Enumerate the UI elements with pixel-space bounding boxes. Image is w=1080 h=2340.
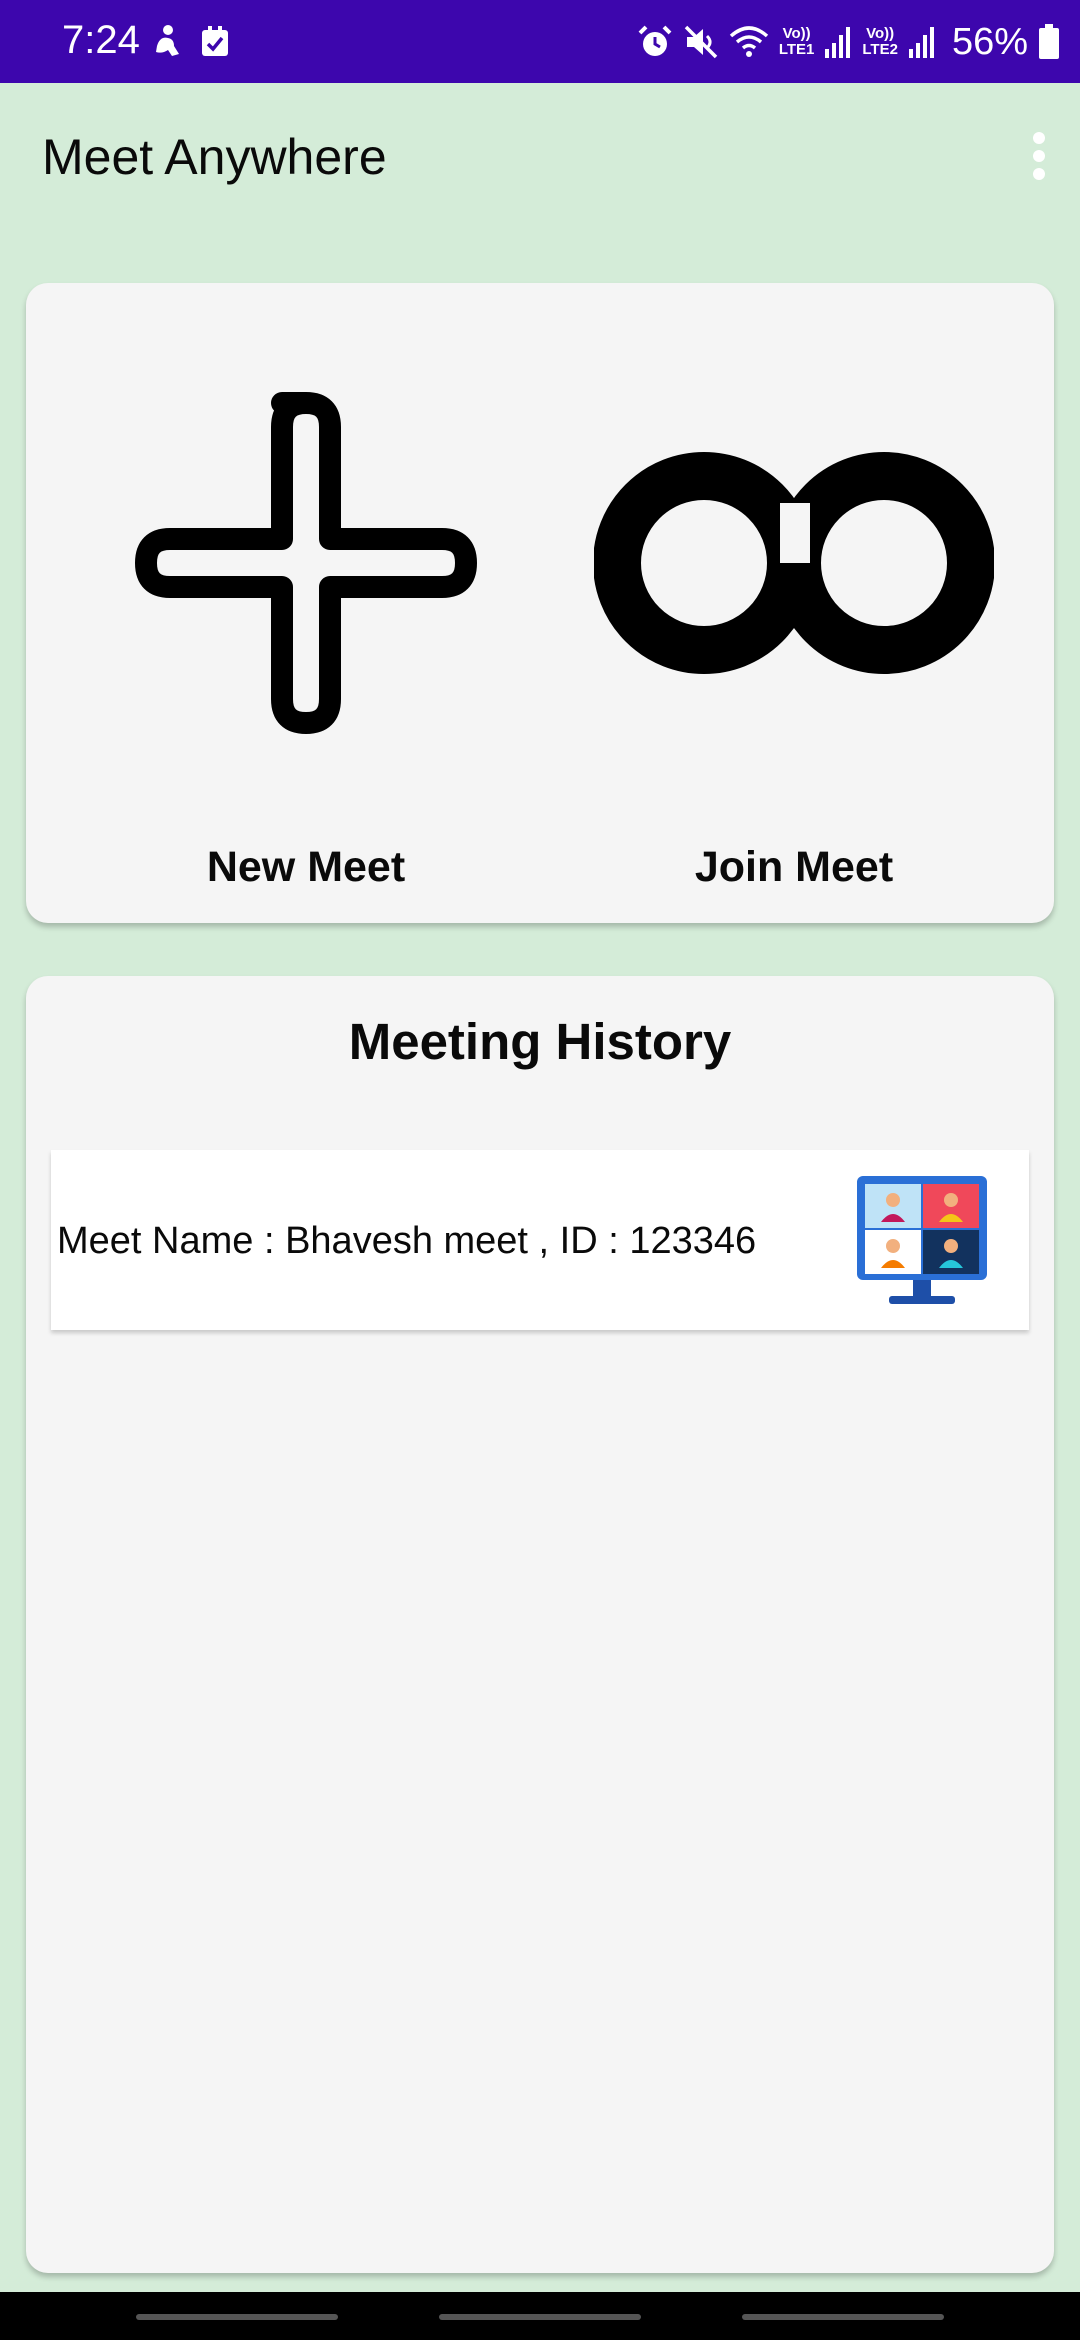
- app-title: Meet Anywhere: [42, 129, 387, 185]
- status-bar: 7:24 Vo)) LTE1 Vo)) LTE2 56%: [0, 0, 1080, 83]
- history-item-text: Meet Name : Bhavesh meet , ID : 123346: [57, 1220, 757, 1262]
- history-title: Meeting History: [348, 1013, 732, 1070]
- new-meet-label: New Meet: [206, 843, 406, 891]
- video-conference-icon: [857, 1176, 987, 1304]
- infinity-loop-icon: [594, 452, 994, 674]
- checkbox-icon: [202, 26, 228, 56]
- sim1-label: Vo)) LTE1: [778, 25, 815, 58]
- actions-card: New Meet Join Meet: [26, 283, 1054, 923]
- nav-back-handle[interactable]: [742, 2314, 944, 2320]
- nav-recents-handle[interactable]: [136, 2314, 338, 2320]
- status-left-icons: [152, 24, 230, 60]
- plus-icon: [135, 392, 477, 734]
- status-time: 7:24: [62, 18, 140, 62]
- meeting-history-card: Meeting History Meet Name : Bhavesh meet…: [26, 976, 1054, 2273]
- battery-icon: [1039, 24, 1059, 59]
- mute-icon: [684, 25, 718, 59]
- join-meet-button[interactable]: Join Meet: [554, 283, 1034, 923]
- sim2-label: Vo)) LTE2: [862, 25, 898, 58]
- wifi-icon: [729, 26, 768, 57]
- signal-icon: [825, 27, 851, 58]
- overflow-menu-icon[interactable]: [1026, 132, 1052, 180]
- status-right-icons: Vo)) LTE1 Vo)) LTE2 56%: [637, 14, 1060, 70]
- battery-percentage: 56%: [951, 20, 1028, 63]
- system-nav-bar: [0, 2292, 1080, 2340]
- new-meet-button[interactable]: New Meet: [66, 283, 546, 923]
- signal-icon: [908, 27, 934, 58]
- list-item[interactable]: Meet Name : Bhavesh meet , ID : 123346: [51, 1150, 1029, 1330]
- join-meet-label: Join Meet: [694, 843, 894, 891]
- alarm-icon: [638, 25, 672, 56]
- accessibility-icon: [156, 25, 179, 56]
- nav-home-handle[interactable]: [439, 2314, 641, 2320]
